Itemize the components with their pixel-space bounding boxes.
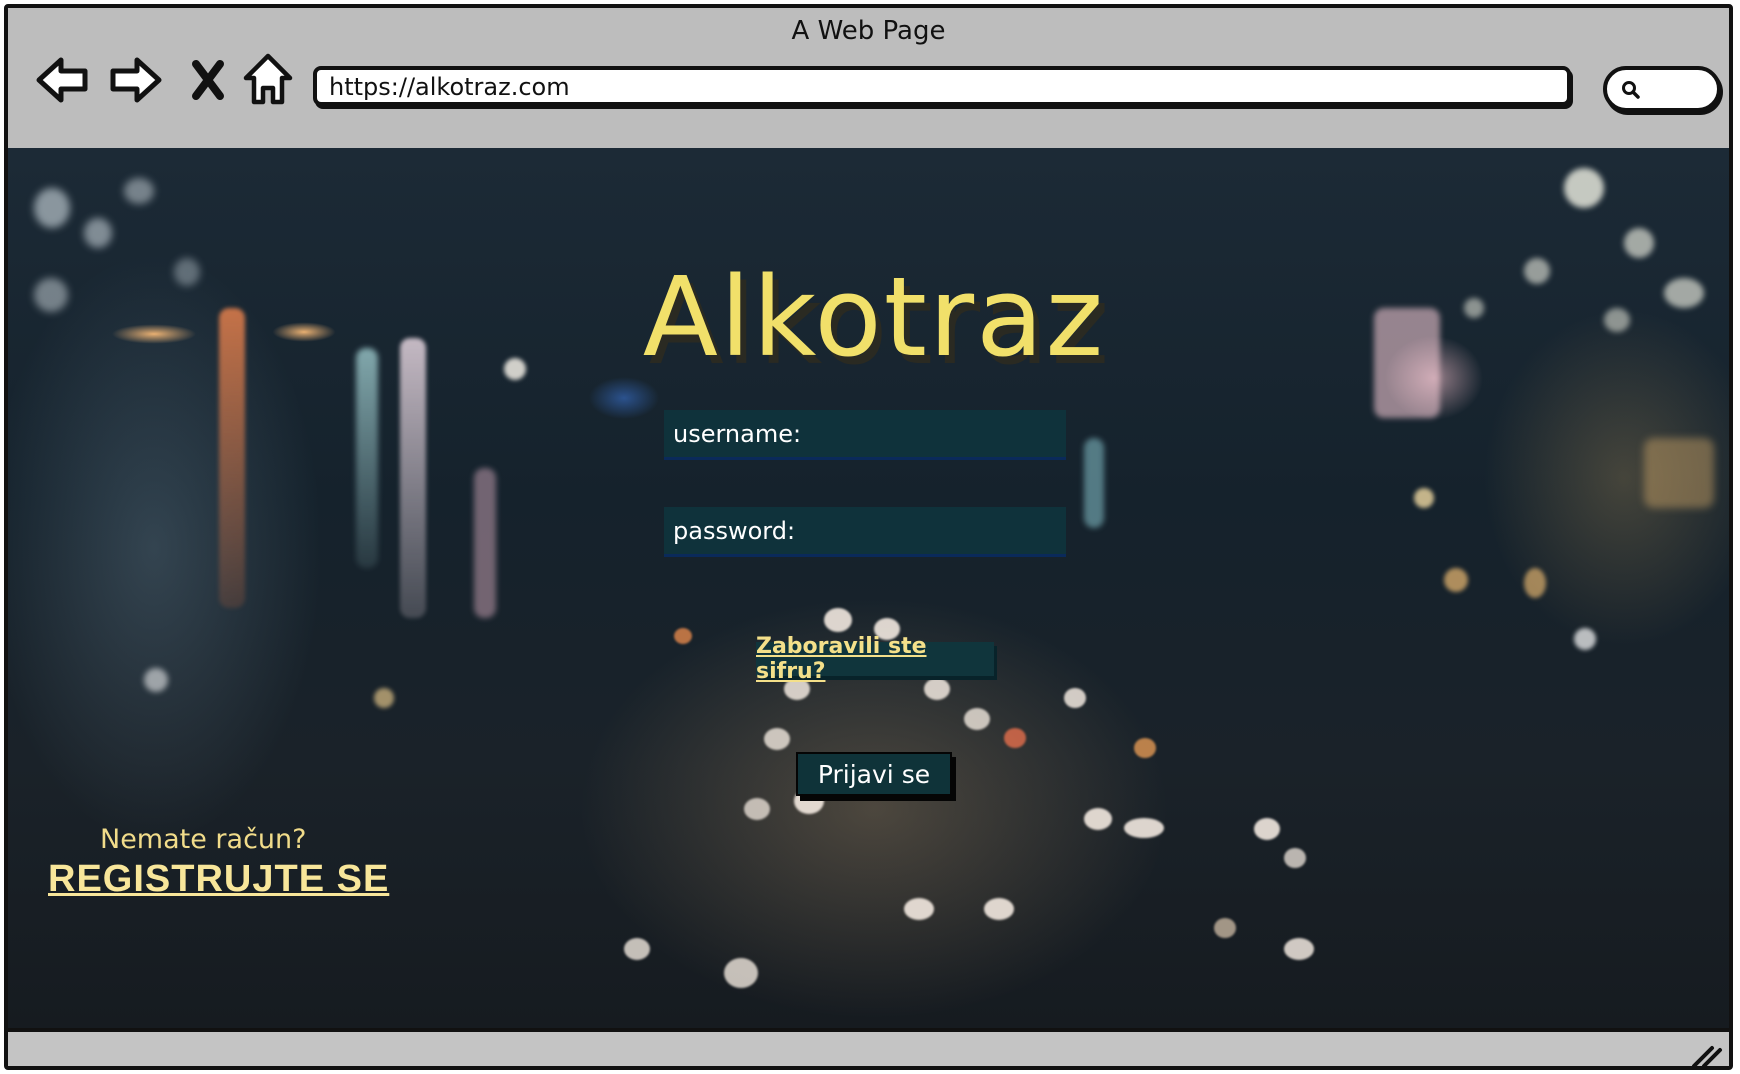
home-button[interactable] (238, 50, 298, 110)
stop-button[interactable] (178, 50, 238, 110)
window-title: A Web Page (791, 16, 946, 46)
password-field[interactable] (664, 507, 1066, 557)
forward-button[interactable] (105, 50, 165, 110)
address-bar[interactable] (313, 66, 1571, 106)
brand-logo: Alkotraz (642, 253, 1106, 381)
arrow-left-icon (36, 57, 88, 103)
search-icon (1622, 81, 1640, 99)
username-field[interactable] (664, 410, 1066, 460)
no-account-text: Nemate račun? (100, 824, 307, 855)
browser-toolbar: A Web Page (8, 8, 1729, 151)
back-button[interactable] (33, 50, 93, 110)
close-icon (192, 60, 224, 100)
forgot-password-link[interactable]: Zaboravili ste sifru? (756, 634, 994, 684)
page-viewport: Alkotraz Zaboravili ste sifru? Prijavi s… (8, 148, 1729, 1028)
username-input[interactable] (671, 410, 1061, 458)
status-bar (8, 1028, 1729, 1070)
register-link[interactable]: REGISTRUJTE SE (48, 858, 389, 901)
arrow-right-icon (110, 57, 162, 103)
resize-grip-icon[interactable] (1690, 1040, 1724, 1070)
password-input[interactable] (671, 507, 1061, 555)
login-button[interactable]: Prijavi se (796, 752, 952, 796)
browser-search-box[interactable] (1603, 66, 1721, 112)
browser-window: A Web Page https://alkotraz.com Alkotraz… (4, 4, 1733, 1070)
home-icon (243, 53, 293, 105)
url-input[interactable] (327, 70, 1551, 104)
